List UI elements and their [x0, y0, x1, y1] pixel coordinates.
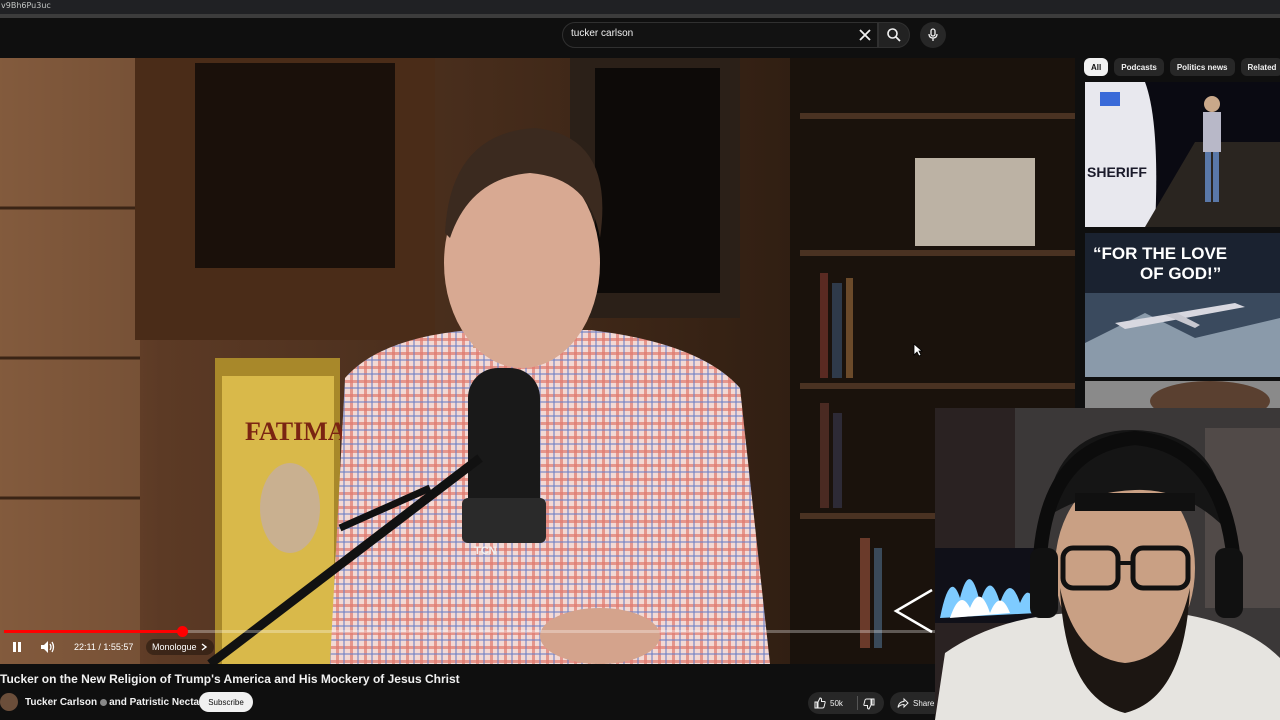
- video-title: Tucker on the New Religion of Trump's Am…: [0, 672, 460, 686]
- mic-logo-text: TCN: [474, 545, 497, 557]
- webcam-overlay: [935, 408, 1280, 720]
- chip-all[interactable]: All: [1084, 58, 1109, 76]
- chip-related[interactable]: Related: [1240, 58, 1280, 76]
- like-dislike-bar: 50k: [808, 692, 884, 714]
- like-button[interactable]: 50k: [814, 696, 843, 710]
- poster-text: FATIMA: [245, 417, 347, 446]
- search-box[interactable]: [562, 22, 878, 48]
- thumbnail-image-3: [1085, 381, 1280, 408]
- chip-podcasts[interactable]: Podcasts: [1114, 58, 1164, 76]
- thumbnail-image-2: “FOR THE LOVE OF GOD!”: [1085, 233, 1280, 377]
- progress-fill: [4, 630, 182, 633]
- thumbnail-image-1: SHERIFF: [1085, 82, 1280, 227]
- thumbs-down-icon: [863, 698, 875, 710]
- dislike-button[interactable]: [863, 697, 875, 715]
- verified-icon: [100, 698, 108, 706]
- recommended-video-thumbnail-1[interactable]: SHERIFF: [1085, 82, 1280, 227]
- masthead: [0, 18, 1280, 58]
- webcam-image: [935, 408, 1280, 720]
- time-display: 22:11 / 1:55:57: [74, 642, 134, 652]
- share-icon: [897, 697, 909, 709]
- channel-name-text: Tucker Carlson: [25, 697, 98, 708]
- volume-button[interactable]: [40, 639, 56, 655]
- search-icon: [887, 28, 901, 42]
- chapter-label: Monologue: [152, 642, 197, 652]
- mouse-cursor: [913, 343, 923, 357]
- subscribe-button[interactable]: Subscribe: [199, 692, 253, 712]
- recommended-video-thumbnail-2[interactable]: “FOR THE LOVE OF GOD!”: [1085, 233, 1280, 377]
- channel-avatar[interactable]: [0, 693, 18, 711]
- chapter-button[interactable]: Monologue: [146, 639, 214, 655]
- search-button[interactable]: [878, 22, 910, 48]
- filter-chips: All Podcasts Politics news Related: [1084, 58, 1280, 78]
- volume-icon: [41, 641, 55, 653]
- share-label: Share: [913, 698, 935, 708]
- pause-button[interactable]: [10, 639, 24, 655]
- like-divider: [857, 696, 858, 710]
- search-input[interactable]: [571, 28, 851, 39]
- next-arrow-overlay[interactable]: [892, 586, 936, 636]
- chip-politics-news[interactable]: Politics news: [1169, 58, 1235, 76]
- video-player[interactable]: FATIMA TCN: [0, 58, 1075, 664]
- chevron-right-icon: [201, 643, 207, 651]
- voice-search-button[interactable]: [920, 22, 946, 48]
- close-icon: [859, 29, 871, 41]
- thumbnail-2-line1: “FOR THE LOVE: [1093, 244, 1227, 263]
- channel-name[interactable]: Tucker Carlson and Patristic Nectar: [25, 697, 203, 708]
- clear-search-button[interactable]: [857, 27, 873, 43]
- like-count: 50k: [830, 698, 843, 708]
- recommended-video-thumbnail-3[interactable]: [1085, 381, 1280, 408]
- thumbnail-2-line2: OF GOD!”: [1140, 264, 1221, 283]
- video-frame: FATIMA TCN: [0, 58, 1075, 664]
- thumbnail-1-text: SHERIFF: [1087, 164, 1147, 180]
- thumbs-up-icon: [814, 697, 826, 709]
- url-fragment: v9Bh6Pu3uc: [0, 0, 1280, 14]
- collab-channel: and Patristic Nectar: [109, 697, 203, 708]
- share-button[interactable]: Share: [890, 692, 938, 714]
- microphone-icon: [928, 28, 938, 41]
- progress-bar[interactable]: [4, 630, 935, 633]
- progress-scrubber[interactable]: [176, 626, 188, 637]
- pause-icon: [13, 642, 21, 652]
